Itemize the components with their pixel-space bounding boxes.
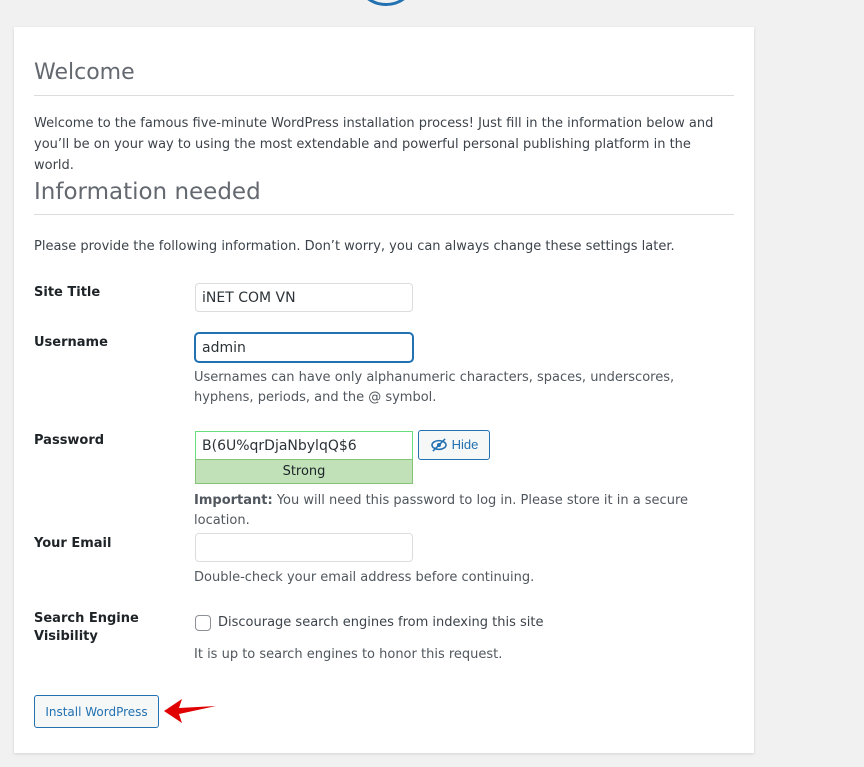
site-title-input[interactable] bbox=[195, 283, 413, 312]
username-label: Username bbox=[34, 335, 108, 350]
site-title-label: Site Title bbox=[34, 285, 101, 300]
install-wordpress-button[interactable]: Install WordPress bbox=[34, 695, 159, 728]
email-hint: Double-check your email address before c… bbox=[194, 570, 535, 585]
red-arrow-icon bbox=[164, 699, 216, 723]
information-intro: Please provide the following information… bbox=[34, 239, 675, 254]
username-input[interactable] bbox=[195, 333, 413, 362]
hide-password-button[interactable]: Hide bbox=[418, 430, 490, 460]
hide-button-label: Hide bbox=[451, 437, 479, 452]
discourage-search-checkbox[interactable] bbox=[195, 615, 211, 631]
password-important-note: Important: You will need this password t… bbox=[194, 491, 734, 531]
discourage-search-label[interactable]: Discourage search engines from indexing … bbox=[218, 613, 544, 633]
username-hint: Usernames can have only alphanumeric cha… bbox=[194, 370, 675, 405]
password-label: Password bbox=[34, 433, 105, 448]
email-label: Your Email bbox=[34, 536, 112, 551]
install-card: Welcome Welcome to the famous five-minut… bbox=[14, 27, 754, 753]
email-input[interactable] bbox=[195, 533, 413, 562]
eye-slash-icon bbox=[430, 438, 447, 452]
information-heading: Information needed bbox=[34, 179, 734, 215]
welcome-heading: Welcome bbox=[34, 60, 734, 96]
visibility-label: Search Engine Visibility bbox=[34, 611, 139, 644]
wordpress-logo bbox=[354, 0, 418, 6]
visibility-hint: It is up to search engines to honor this… bbox=[194, 647, 503, 662]
welcome-intro: Welcome to the famous five-minute WordPr… bbox=[34, 116, 714, 173]
important-label: Important: bbox=[194, 493, 273, 508]
password-input[interactable] bbox=[195, 431, 413, 460]
password-strength-meter: Strong bbox=[195, 459, 413, 484]
